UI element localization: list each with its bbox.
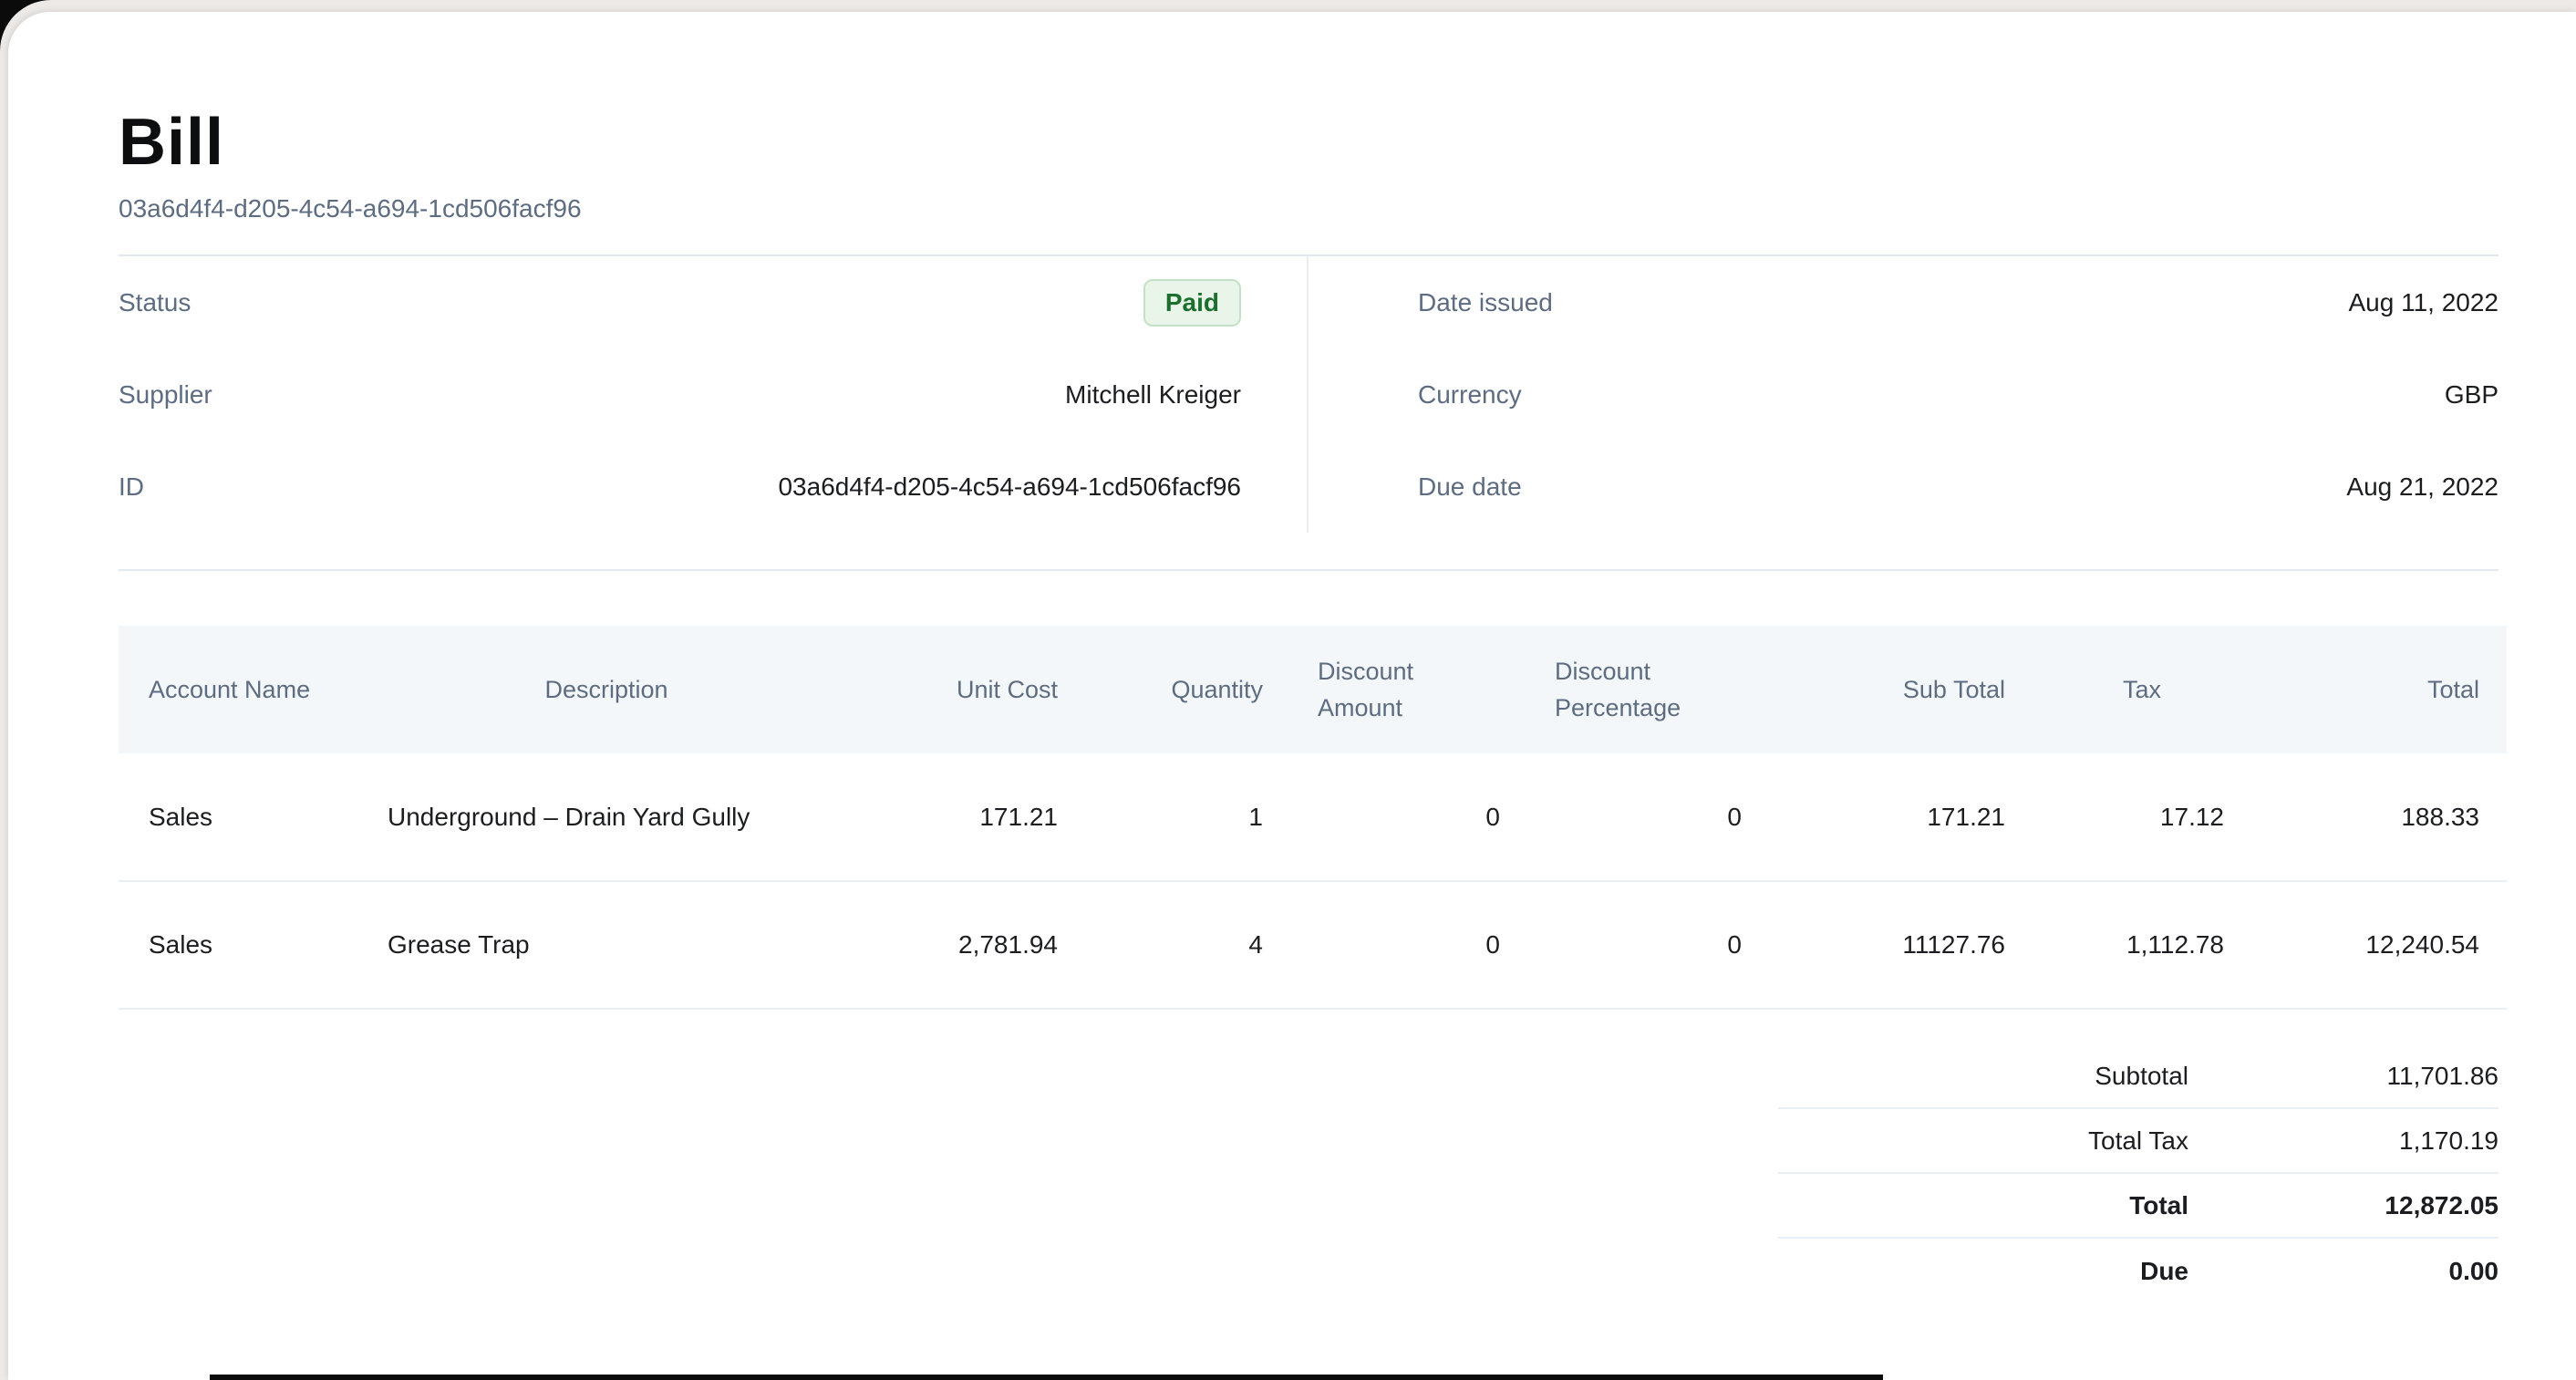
detail-row-id: ID 03a6d4f4-d205-4c54-a694-1cd506facf96 (119, 441, 1241, 533)
col-header-unit-cost: Unit Cost (853, 626, 1085, 753)
totals-row-total-tax: Total Tax 1,170.19 (1778, 1109, 2498, 1174)
totals-row-due: Due 0.00 (1778, 1239, 2498, 1303)
supplier-label: Supplier (119, 380, 212, 410)
detail-row-supplier: Supplier Mitchell Kreiger (119, 348, 1241, 441)
id-label: ID (119, 472, 144, 502)
id-value: 03a6d4f4-d205-4c54-a694-1cd506facf96 (778, 472, 1241, 502)
cell-unit-cost: 171.21 (853, 753, 1085, 881)
col-header-quantity: Quantity (1085, 626, 1290, 753)
status-label: Status (119, 288, 191, 317)
total-value: 12,872.05 (2188, 1191, 2498, 1220)
cell-total: 188.33 (2251, 753, 2507, 881)
cell-tax: 17.12 (2033, 753, 2251, 881)
col-header-sub-total: Sub Total (1769, 626, 2033, 753)
date-issued-label: Date issued (1418, 288, 1553, 317)
cell-quantity: 4 (1085, 881, 1290, 1009)
line-item-row: Sales Grease Trap 2,781.94 4 0 0 11127.7… (119, 881, 2507, 1009)
details-right-column: Date issued Aug 11, 2022 Currency GBP Du… (1309, 256, 2498, 533)
cell-unit-cost: 2,781.94 (853, 881, 1085, 1009)
supplier-value: Mitchell Kreiger (1065, 380, 1241, 410)
total-label: Total (1778, 1191, 2188, 1220)
subtotal-label: Subtotal (1778, 1062, 2188, 1091)
detail-row-due-date: Due date Aug 21, 2022 (1418, 441, 2498, 533)
bill-content: Bill 03a6d4f4-d205-4c54-a694-1cd506facf9… (8, 109, 2576, 1303)
col-header-description: Description (360, 626, 853, 753)
screen-bottom-edge (210, 1375, 1883, 1380)
totals-row-subtotal: Subtotal 11,701.86 (1778, 1044, 2498, 1109)
currency-label: Currency (1418, 380, 1522, 410)
detail-row-status: Status Paid (119, 256, 1241, 348)
cell-discount-amount: 0 (1290, 753, 1527, 881)
line-items-table: Account Name Description Unit Cost Quant… (119, 626, 2507, 1010)
details-left-column: Status Paid Supplier Mitchell Kreiger ID… (119, 256, 1309, 533)
cell-description: Underground – Drain Yard Gully (360, 753, 853, 881)
cell-discount-percentage: 0 (1527, 753, 1769, 881)
details-divider (119, 569, 2498, 571)
col-header-total: Total (2251, 626, 2507, 753)
status-badge: Paid (1143, 279, 1241, 327)
total-tax-label: Total Tax (1778, 1126, 2188, 1156)
totals-row-total: Total 12,872.05 (1778, 1174, 2498, 1239)
cell-sub-total: 11127.76 (1769, 881, 2033, 1009)
bill-page-card: Bill 03a6d4f4-d205-4c54-a694-1cd506facf9… (8, 12, 2576, 1380)
cell-account: Sales (119, 881, 360, 1009)
cell-discount-percentage: 0 (1527, 881, 1769, 1009)
line-item-row: Sales Underground – Drain Yard Gully 171… (119, 753, 2507, 881)
detail-row-currency: Currency GBP (1418, 348, 2498, 441)
col-header-discount-amount: Discount Amount (1290, 626, 1527, 753)
cell-total: 12,240.54 (2251, 881, 2507, 1009)
totals-summary: Subtotal 11,701.86 Total Tax 1,170.19 To… (1778, 1044, 2498, 1303)
bill-id-subtitle: 03a6d4f4-d205-4c54-a694-1cd506facf96 (119, 191, 2498, 227)
due-date-label: Due date (1418, 472, 1522, 502)
date-issued-value: Aug 11, 2022 (2348, 288, 2498, 317)
col-header-tax: Tax (2033, 626, 2251, 753)
currency-value: GBP (2445, 380, 2498, 410)
due-date-value: Aug 21, 2022 (2346, 472, 2498, 502)
table-header-row: Account Name Description Unit Cost Quant… (119, 626, 2507, 753)
total-tax-value: 1,170.19 (2188, 1126, 2498, 1156)
due-label: Due (1778, 1257, 2188, 1286)
cell-tax: 1,112.78 (2033, 881, 2251, 1009)
detail-row-date-issued: Date issued Aug 11, 2022 (1418, 256, 2498, 348)
cell-discount-amount: 0 (1290, 881, 1527, 1009)
subtotal-value: 11,701.86 (2188, 1062, 2498, 1091)
bill-details: Status Paid Supplier Mitchell Kreiger ID… (119, 256, 2498, 533)
cell-description: Grease Trap (360, 881, 853, 1009)
col-header-account-name: Account Name (119, 626, 360, 753)
col-header-discount-percentage: Discount Percentage (1527, 626, 1769, 753)
page-title: Bill (119, 109, 2498, 176)
cell-account: Sales (119, 753, 360, 881)
cell-sub-total: 171.21 (1769, 753, 2033, 881)
cell-quantity: 1 (1085, 753, 1290, 881)
due-value: 0.00 (2188, 1257, 2498, 1286)
